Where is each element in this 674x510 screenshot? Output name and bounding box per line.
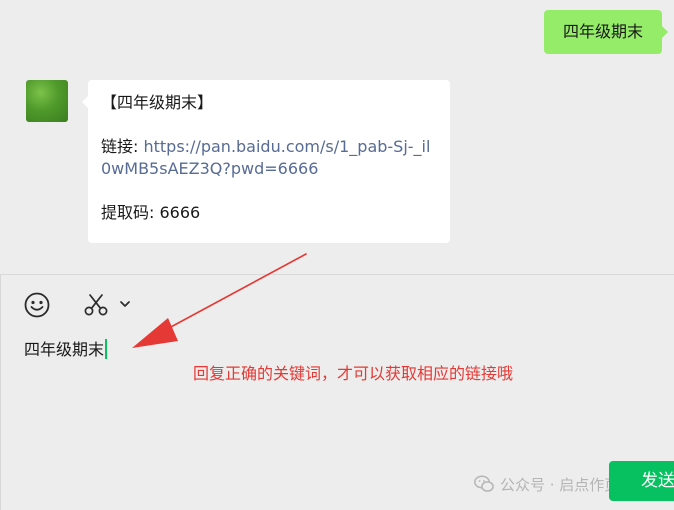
link-prefix: 链接: — [101, 137, 144, 156]
outgoing-message-text: 四年级期末 — [562, 22, 643, 41]
wechat-logo-icon — [474, 475, 494, 492]
watermark: 公众号 · 启点作页 — [474, 472, 619, 496]
watermark-text: 公众号 · 启点作页 — [500, 475, 620, 494]
outgoing-message-bubble[interactable]: 四年级期末 — [544, 10, 668, 54]
incoming-message-bubble[interactable]: 【四年级期末】 链接: https://pan.baidu.com/s/1_pa… — [82, 80, 450, 243]
text-caret — [105, 339, 108, 359]
incoming-message-title: 【四年级期末】 — [101, 93, 214, 112]
smiley-face-icon[interactable] — [24, 292, 50, 318]
red-arrow-annotation — [132, 253, 307, 348]
chat-history[interactable]: 四年级期末 【四年级期末】 链接: https://pan.baidu.com/… — [0, 0, 674, 274]
link-line: 链接: https://pan.baidu.com/s/1_pab-Sj-_il… — [101, 136, 436, 180]
send-button[interactable]: 发送 — [609, 461, 674, 501]
share-link[interactable]: https://pan.baidu.com/s/1_pab-Sj-_il0wMB… — [101, 137, 430, 178]
scissors-icon[interactable] — [83, 293, 109, 317]
message-input-value: 四年级期末 — [24, 340, 105, 359]
send-button-label: 发送 — [641, 471, 674, 491]
input-divider — [0, 274, 674, 275]
annotation-text: 回复正确的关键词，才可以获取相应的链接哦 — [193, 364, 514, 383]
extraction-code: 提取码: 6666 — [101, 203, 201, 222]
message-input[interactable]: 四年级期末 — [24, 338, 108, 362]
avatar[interactable] — [26, 80, 68, 122]
